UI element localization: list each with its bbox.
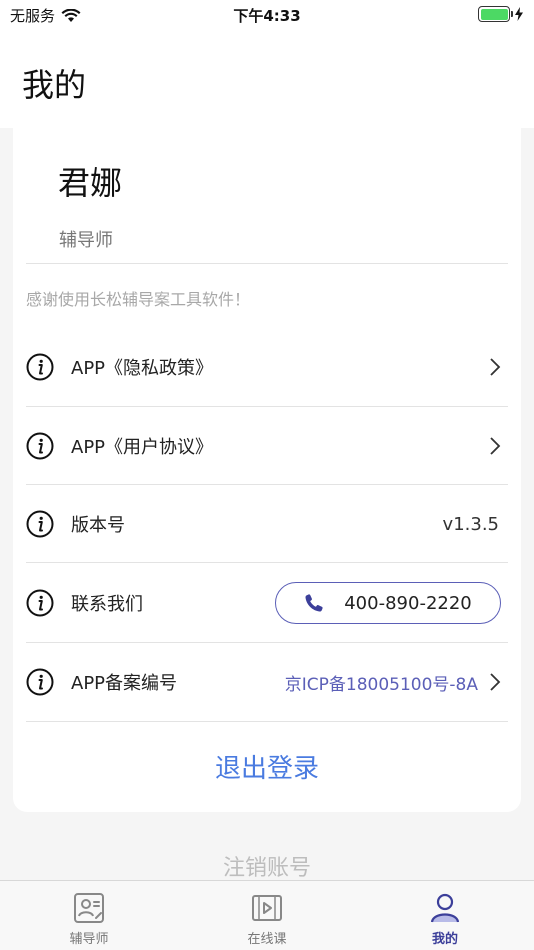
tab-label: 我的 — [431, 932, 458, 947]
phone-icon — [305, 594, 323, 612]
profile-card: 君娜 辅导师 感谢使用长松辅导案工具软件！ APP《隐私政策》 APP《用户协议… — [13, 128, 521, 812]
welcome-text: 感谢使用长松辅导案工具软件！ — [26, 290, 251, 309]
record-number-value[interactable]: 京ICP备18005100号-8A — [285, 670, 478, 695]
cancel-account-button[interactable]: 注销账号 — [0, 850, 534, 882]
status-time: 下午4:33 — [233, 7, 301, 25]
screen: 无服务 下午4:33 我的 君娜 辅导师 感谢使用长松辅导案工具软件！ APP《… — [0, 0, 534, 950]
tab-bar: 辅导师 在线课 我的 — [0, 880, 534, 950]
record-number-label: APP备案编号 — [71, 673, 178, 694]
privacy-policy-row[interactable]: APP《隐私政策》 — [26, 328, 508, 406]
battery-fill — [480, 8, 508, 20]
chevron-right-icon — [490, 358, 501, 376]
user-agreement-label: APP《用户协议》 — [71, 437, 214, 458]
version-label: 版本号 — [71, 515, 125, 536]
version-row: 版本号 v1.3.5 — [26, 485, 508, 563]
phone-number: 400-890-2220 — [344, 592, 472, 614]
info-icon — [26, 668, 54, 696]
user-icon — [430, 893, 460, 923]
status-bar: 无服务 下午4:33 — [0, 0, 534, 30]
record-number-row[interactable]: APP备案编号 京ICP备18005100号-8A — [26, 643, 508, 721]
version-value: v1.3.5 — [442, 513, 499, 535]
user-name: 君娜 — [58, 164, 123, 202]
phone-call-button[interactable]: 400-890-2220 — [275, 582, 501, 624]
header: 我的 — [0, 30, 534, 128]
info-icon — [26, 589, 54, 617]
video-play-icon — [252, 895, 282, 921]
user-agreement-row[interactable]: APP《用户协议》 — [26, 407, 508, 485]
privacy-policy-label: APP《隐私政策》 — [71, 358, 214, 379]
page-title: 我的 — [22, 66, 87, 104]
user-role: 辅导师 — [59, 230, 113, 251]
tab-label: 辅导师 — [69, 932, 109, 947]
logout-button[interactable]: 退出登录 — [13, 748, 521, 785]
battery-icon — [478, 6, 513, 22]
tab-mine[interactable]: 我的 — [356, 881, 534, 950]
divider — [26, 721, 508, 722]
divider — [26, 263, 508, 264]
charging-bolt-icon — [515, 7, 523, 21]
tab-label: 在线课 — [247, 932, 287, 947]
info-icon — [26, 353, 54, 381]
status-right — [478, 6, 524, 22]
tab-online-course[interactable]: 在线课 — [178, 881, 356, 950]
contact-row: 联系我们 400-890-2220 — [26, 563, 508, 643]
info-icon — [26, 510, 54, 538]
chevron-right-icon — [490, 437, 501, 455]
contact-label: 联系我们 — [71, 594, 143, 615]
chevron-right-icon — [490, 673, 501, 691]
info-icon — [26, 432, 54, 460]
tutor-icon — [74, 893, 104, 923]
tab-tutor[interactable]: 辅导师 — [0, 881, 178, 950]
